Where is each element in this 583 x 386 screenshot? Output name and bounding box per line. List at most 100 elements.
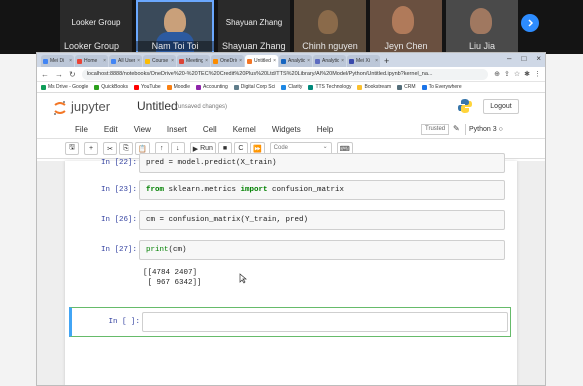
bookmark-label: QuickBooks (101, 84, 128, 90)
cell-input[interactable] (142, 312, 508, 332)
browser-tab[interactable]: OneDrive× (211, 55, 244, 67)
close-icon[interactable]: × (273, 58, 276, 64)
jupyter-logo-icon[interactable] (53, 100, 67, 116)
bookmark-item[interactable]: Digital Corp Sci (233, 84, 275, 90)
tab-title: Mei Xi (356, 58, 370, 64)
cell-input[interactable]: cm = confusion_matrix(Y_train, pred) (139, 210, 505, 230)
notebook-title[interactable]: Untitled (137, 99, 178, 113)
close-icon[interactable]: × (341, 58, 344, 64)
code-cell[interactable]: In [26]: cm = confusion_matrix(Y_train, … (65, 209, 517, 233)
bookmark-icon (196, 84, 202, 90)
arrow-down-icon: ↓ (175, 145, 180, 152)
kernel-indicator[interactable]: Python 3 ○ (465, 124, 503, 135)
bookmark-item[interactable]: Ms Drive - Google (41, 84, 88, 90)
bookmark-item[interactable]: Bookstream (357, 84, 391, 90)
menu-help[interactable]: Help (317, 125, 333, 134)
close-icon[interactable]: × (375, 58, 378, 64)
cell-input[interactable]: from sklearn.metrics import confusion_ma… (139, 180, 505, 200)
participant-tile-active[interactable]: Nam Toi Toi (136, 0, 214, 54)
bookmark-item[interactable]: QuickBooks (94, 84, 128, 90)
bookmark-item[interactable]: Clarity (281, 84, 302, 90)
tab-title: Meeting (186, 58, 204, 64)
close-icon[interactable]: × (205, 58, 208, 64)
menu-cell[interactable]: Cell (203, 125, 217, 134)
reload-icon[interactable]: ↻ (69, 70, 76, 79)
menu-kernel[interactable]: Kernel (233, 125, 256, 134)
participant-tile-shayuan[interactable]: Shayuan Zhang Shayuan Zhang (218, 0, 290, 54)
participant-video (470, 8, 492, 34)
bookmark-icon (94, 84, 100, 90)
bookmark-icon (233, 84, 239, 90)
browser-tab[interactable]: Mei Xi × (347, 55, 380, 67)
address-bar[interactable]: localhost:8888/notebooks/OneDrive%20-%20… (81, 68, 489, 80)
tab-favicon (145, 58, 150, 64)
paste-icon: 📋 (138, 145, 147, 153)
close-icon[interactable]: × (103, 58, 106, 64)
back-icon[interactable]: ← (41, 70, 49, 79)
tab-title: All User (118, 58, 136, 64)
plus-icon: + (88, 145, 94, 152)
notebook-area: In [22]: pred = model.predict(X_train) I… (37, 153, 545, 385)
cell-input[interactable]: print(cm) (139, 240, 505, 260)
close-icon[interactable]: × (69, 58, 72, 64)
menu-insert[interactable]: Insert (167, 125, 187, 134)
jupyter-header: jupyter Untitled (unsaved changes) Logou… (37, 93, 545, 121)
close-icon[interactable]: × (171, 58, 174, 64)
participant-label: Liu Jia (468, 41, 495, 51)
cell-prompt: In [26]: (100, 216, 137, 224)
keyword-import: import (240, 186, 268, 194)
browser-tab[interactable]: All User × (109, 55, 142, 67)
minimize-icon[interactable]: – (507, 54, 511, 63)
trusted-indicator[interactable]: Trusted (421, 124, 450, 135)
bookmark-item[interactable]: CRM (397, 84, 416, 90)
logout-button[interactable]: Logout (483, 99, 519, 114)
bookmark-item[interactable]: Accounting (196, 84, 228, 90)
close-window-icon[interactable]: × (536, 54, 541, 63)
tab-strip: Mei Di × Home × All User × Course × Meeting ×… (37, 53, 545, 67)
bookmark-item[interactable]: To Everywhere (421, 84, 462, 90)
menu-view[interactable]: View (134, 125, 151, 134)
participant-tile-6[interactable]: Liu Jia (446, 0, 518, 54)
browser-tab[interactable]: Home × (75, 55, 108, 67)
star-icon[interactable]: ☆ (514, 70, 520, 78)
menu-widgets[interactable]: Widgets (272, 125, 301, 134)
new-tab-button[interactable]: + (384, 55, 389, 67)
maximize-icon[interactable]: □ (521, 54, 526, 63)
close-icon[interactable]: × (137, 58, 140, 64)
browser-tab[interactable]: Analytics× (279, 55, 312, 67)
menu-file[interactable]: File (75, 125, 88, 134)
menu-edit[interactable]: Edit (104, 125, 118, 134)
close-icon[interactable]: × (307, 58, 310, 64)
bookmarks-bar: Ms Drive - Google QuickBooks YouTube Moo… (37, 82, 545, 93)
browser-tab[interactable]: Course × (143, 55, 176, 67)
next-participants-button[interactable] (521, 14, 539, 32)
bookmark-icon (281, 84, 287, 90)
browser-tab[interactable]: Analytics× (313, 55, 346, 67)
close-icon[interactable]: × (239, 58, 242, 64)
cell-input[interactable]: pred = model.predict(X_train) (139, 153, 505, 173)
zoom-icon[interactable]: ⊕ (494, 70, 500, 78)
bookmark-item[interactable]: Moodle (166, 84, 190, 90)
extension-icons: ⊕ ⇪ ☆ ✱ ⋮ (494, 70, 541, 78)
edit-pencil-icon[interactable]: ✎ (453, 124, 460, 133)
empty-cell[interactable]: In [ ]: (69, 307, 511, 337)
participant-tile-4[interactable]: Chinh nguyen (294, 0, 366, 54)
menu-icon[interactable]: ⋮ (534, 70, 541, 78)
forward-icon[interactable]: → (55, 70, 63, 79)
share-icon[interactable]: ⇪ (504, 70, 510, 78)
code-cell[interactable]: In [23]: from sklearn.metrics import con… (65, 179, 517, 203)
tab-favicon (281, 58, 286, 64)
participant-tile-looker[interactable]: Looker Group Looker Group (60, 0, 132, 54)
code-cell[interactable]: In [22]: pred = model.predict(X_train) (65, 153, 517, 173)
tab-title: Untitled (254, 58, 271, 64)
browser-tab[interactable]: Meeting × (177, 55, 210, 67)
bookmark-item[interactable]: YouTube (133, 84, 161, 90)
browser-tab[interactable]: Mei Di × (41, 55, 74, 67)
participant-tile-5[interactable]: Jeyn Chen (370, 0, 442, 54)
cell-prompt: In [ ]: (108, 318, 140, 326)
bookmark-item[interactable]: TTS Technology (308, 84, 351, 90)
extensions-icon[interactable]: ✱ (524, 70, 530, 78)
tab-title: OneDrive (220, 58, 237, 64)
mouse-cursor-icon (239, 273, 247, 284)
browser-tab-active[interactable]: Untitled × (245, 55, 278, 67)
